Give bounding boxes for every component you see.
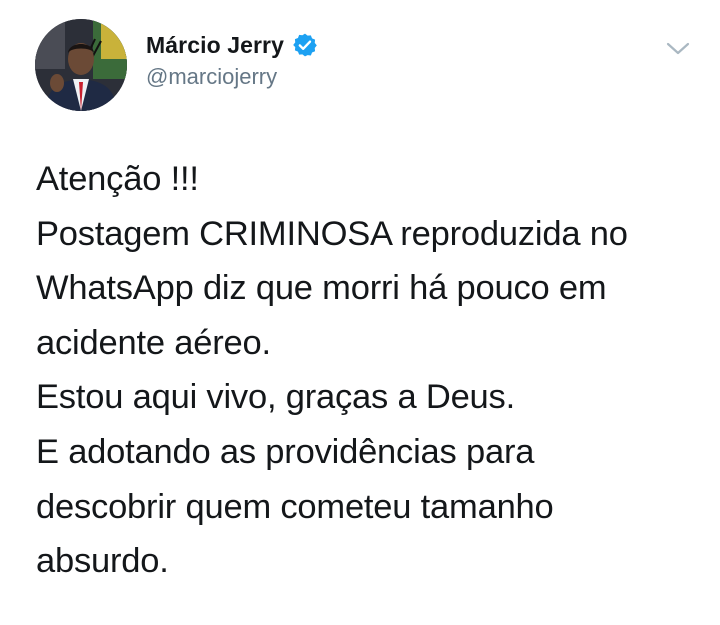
- profile-photo-icon: [35, 19, 127, 111]
- tweet-card: Márcio Jerry @marciojerry Atenção !!! Po…: [0, 0, 720, 625]
- tweet-text-line: E adotando as providências para: [36, 432, 535, 471]
- verified-badge-icon: [292, 32, 318, 58]
- author-display-name[interactable]: Márcio Jerry: [146, 32, 284, 59]
- author-handle[interactable]: @marciojerry: [146, 64, 318, 90]
- tweet-text-line: Postagem CRIMINOSA reproduzida no: [36, 214, 628, 253]
- tweet-text-line: descobrir quem cometeu tamanho: [36, 487, 554, 526]
- avatar[interactable]: [35, 19, 127, 111]
- tweet-author: Márcio Jerry @marciojerry: [146, 30, 318, 90]
- tweet-text-line: absurdo.: [36, 542, 169, 581]
- tweet-body: Atenção !!! Postagem CRIMINOSA reproduzi…: [36, 152, 696, 589]
- tweet-text-line: WhatsApp diz que morri há pouco em: [36, 269, 607, 308]
- tweet-text-line: Estou aqui vivo, graças a Deus.: [36, 378, 515, 417]
- tweet-text-line: acidente aéreo.: [36, 323, 271, 362]
- tweet-text-line: Atenção !!!: [36, 160, 199, 198]
- chevron-down-icon[interactable]: [663, 36, 693, 60]
- author-name-row: Márcio Jerry: [146, 30, 318, 60]
